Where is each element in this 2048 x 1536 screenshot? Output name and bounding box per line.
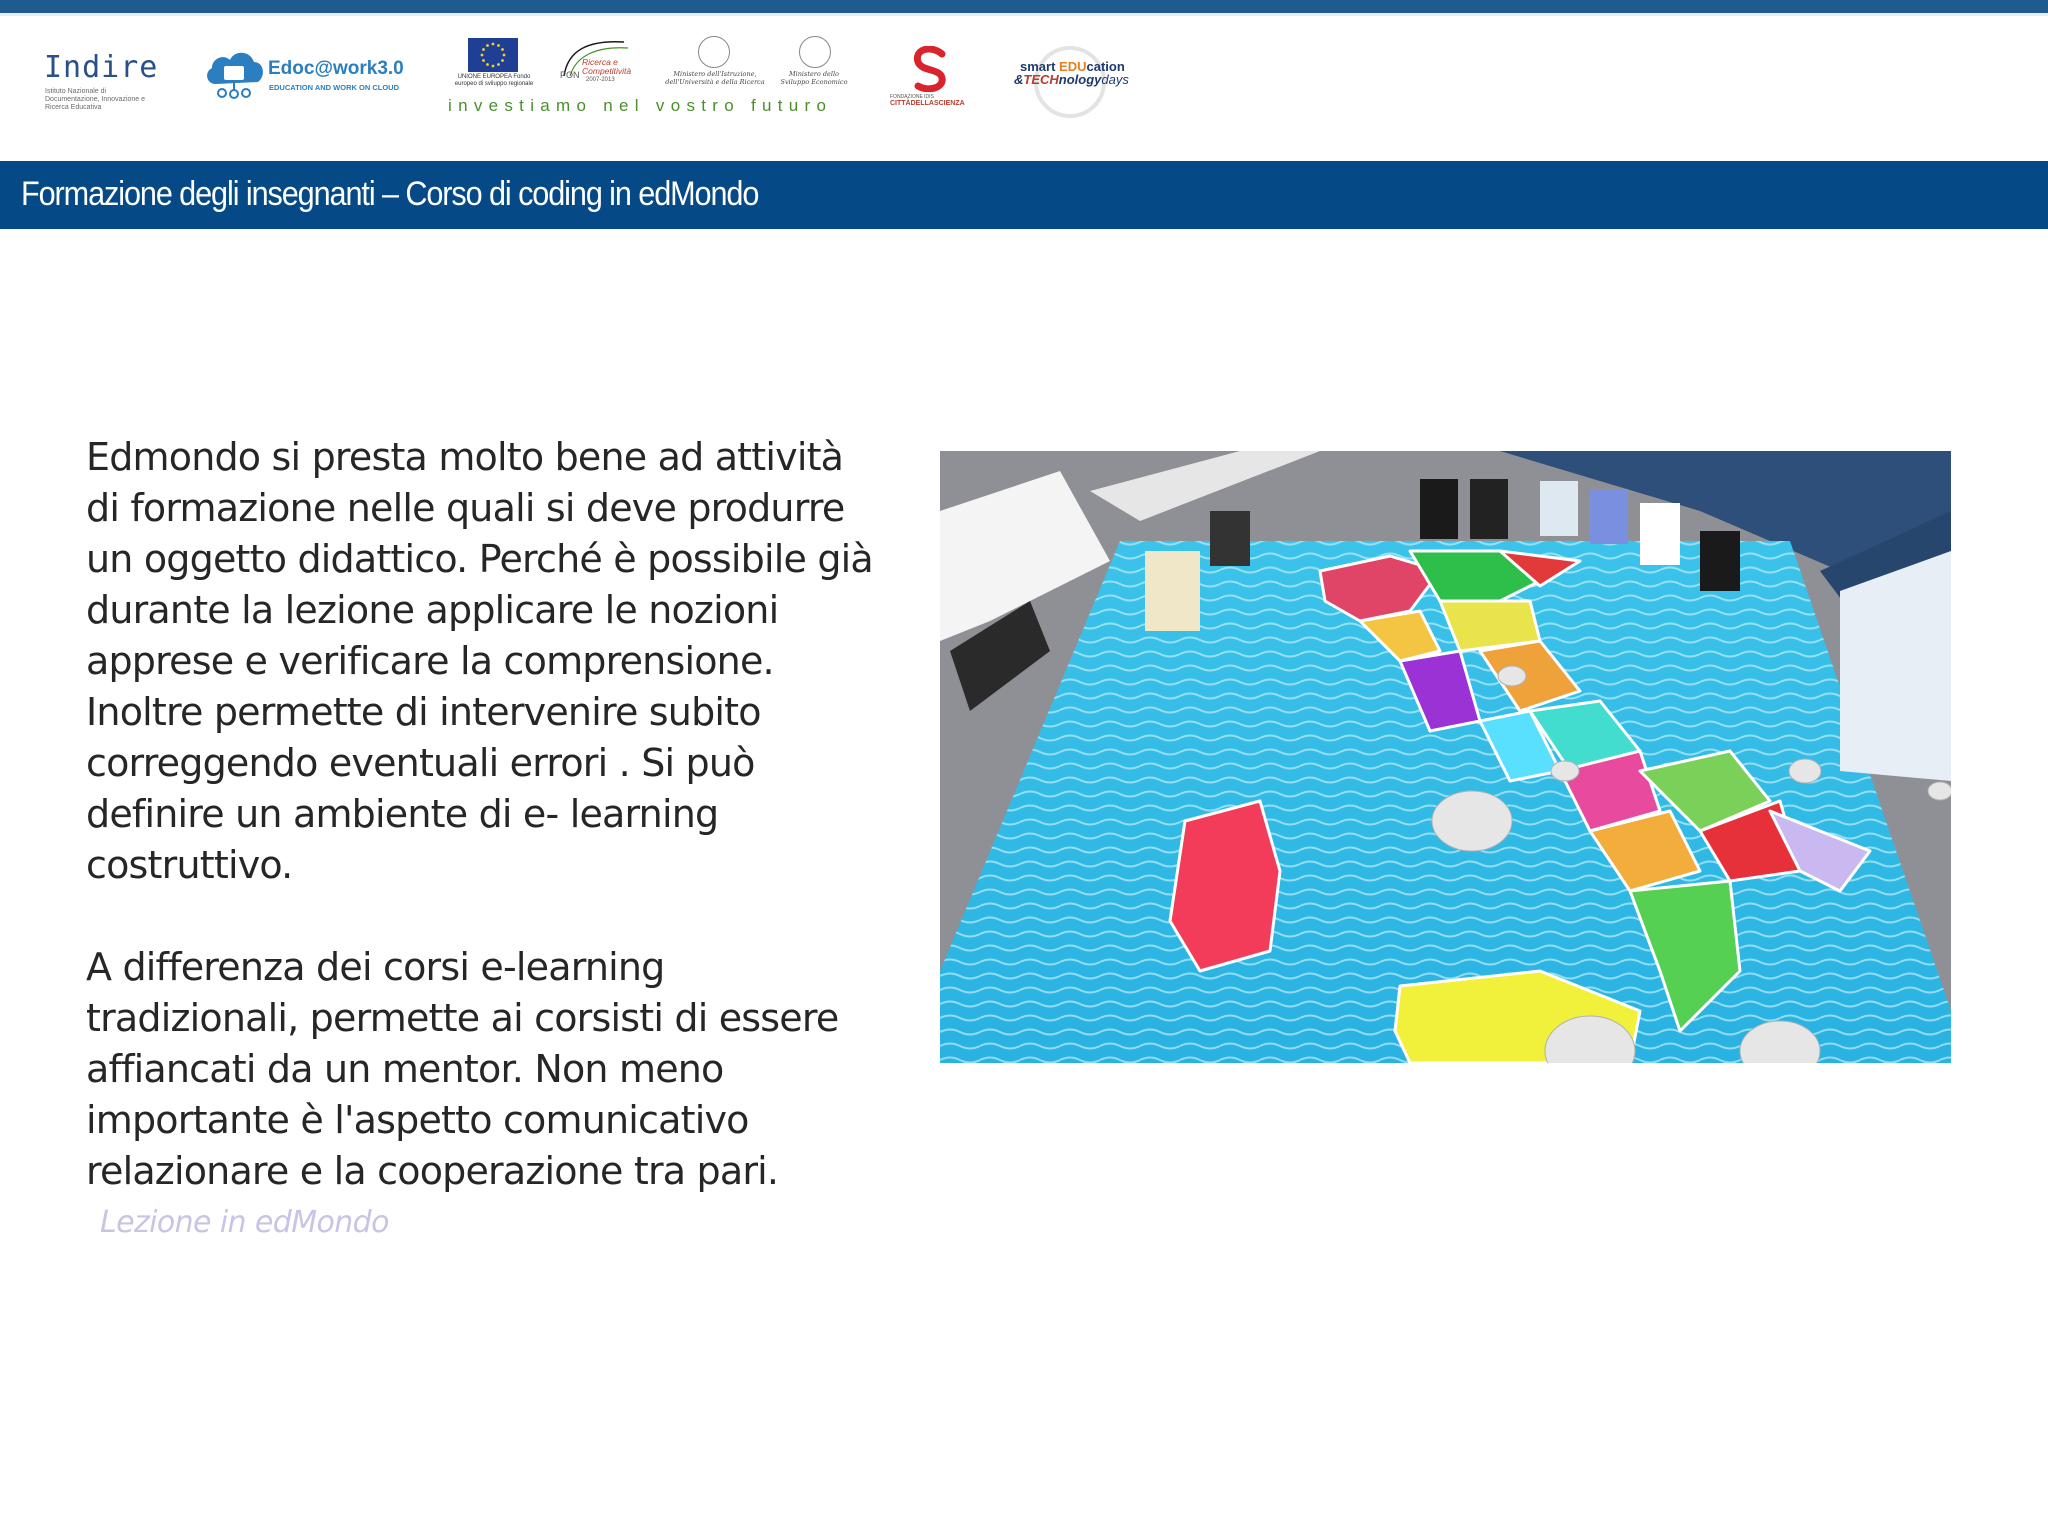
citta-della-scienza-mark-icon	[913, 46, 946, 92]
italian-emblem-icon	[698, 36, 730, 68]
cds-name-text: CITTÀDELLASCIENZA	[890, 100, 965, 107]
slide-title: Formazione degli insegnanti – Corso di c…	[21, 175, 759, 213]
indire-logo: Indire Istituto Nazionale di Documentazi…	[40, 50, 160, 111]
italian-emblem-icon	[799, 36, 831, 68]
ministry-economy-text: Ministero dello Sviluppo Economico	[780, 70, 848, 86]
title-band: Formazione degli insegnanti – Corso di c…	[0, 161, 2048, 229]
set-word-nology: nology	[1058, 72, 1102, 87]
citta-della-scienza-logo: FONDAZIONE IDIS CITTÀDELLASCIENZA	[888, 46, 968, 108]
pon-ricerca-text: Ricerca e Competitività	[582, 57, 632, 76]
eu-label: UNIONE EUROPEA Fondo europeo di sviluppo…	[454, 74, 534, 87]
pon-years: 2007-2013	[586, 77, 615, 83]
smart-education-logo: smart EDUcation &TECHnologydays	[1012, 44, 1132, 118]
set-word-tech: TECH	[1023, 72, 1059, 87]
indire-wordmark: Indire	[44, 50, 159, 85]
paragraph-1: Edmondo si presta molto bene ad attività…	[86, 435, 874, 887]
eu-flag-icon	[468, 38, 518, 72]
edoc-title: Edoc@work3.0	[268, 58, 404, 79]
indire-subtitle: Istituto Nazionale di Documentazione, In…	[45, 88, 146, 111]
pon-label: PON	[560, 70, 580, 80]
set-ampersand: &	[1014, 72, 1024, 87]
edmondo-screenshot-image	[940, 451, 1951, 1063]
set-word-days: days	[1101, 72, 1129, 87]
edoc-logo: Edoc@work3.0 Education and work on cloud	[202, 46, 412, 106]
pon-tagline: investiamo nel vostro futuro	[448, 96, 833, 115]
paragraph-2: A differenza dei corsi e-learning tradiz…	[86, 945, 839, 1193]
edoc-subtitle: Education and work on cloud	[269, 83, 399, 92]
body-text: Edmondo si presta molto bene ad attività…	[86, 432, 876, 1197]
edmondo-scene-illustration	[940, 451, 1951, 1063]
ministry-education-text: Ministero dell'Istruzione, dell'Universi…	[665, 70, 765, 86]
smart-education-line2: &TECHnologydays	[1014, 72, 1129, 87]
image-caption: Lezione in edMondo	[100, 1205, 389, 1240]
cloud-icon	[207, 52, 263, 99]
pon-logo-group: UNIONE EUROPEA Fondo europeo di sviluppo…	[448, 32, 848, 122]
